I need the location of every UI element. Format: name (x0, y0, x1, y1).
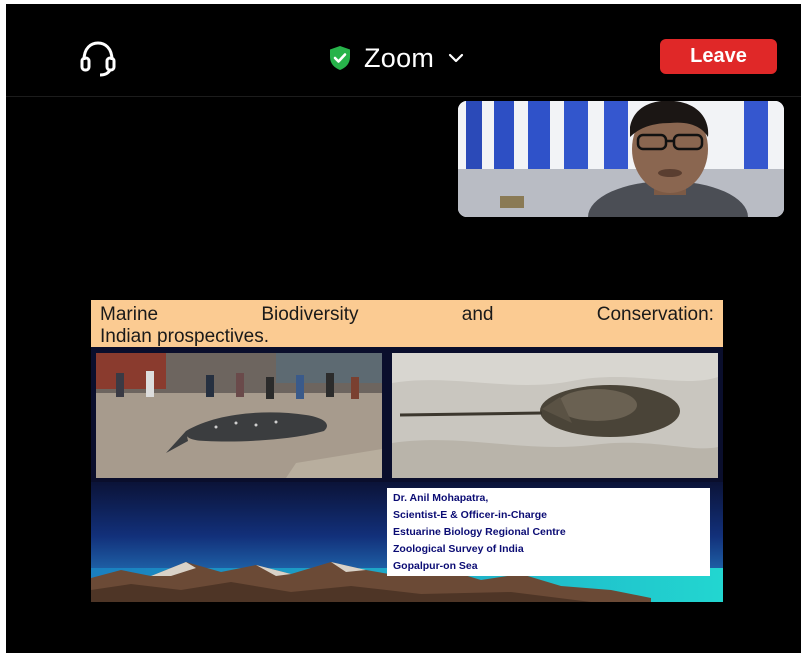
slide-credits: Dr. Anil Mohapatra, Scientist-E & Office… (387, 488, 710, 576)
leave-button[interactable]: Leave (660, 39, 777, 74)
participant-video-thumbnail[interactable] (458, 101, 784, 217)
participant-video-frame (458, 101, 784, 217)
shared-screen-slide: Marine Biodiversity and Conservation: In… (91, 300, 723, 602)
credit-line: Gopalpur-on Sea (393, 560, 478, 572)
horseshoe-crab-image (392, 353, 718, 478)
whale-shark-photo (96, 353, 382, 478)
meeting-top-bar: Zoom Leave (6, 4, 801, 96)
credit-line: Estuarine Biology Regional Centre (393, 526, 566, 538)
meeting-title-menu[interactable]: Zoom (328, 40, 464, 76)
zoom-meeting-screen: Zoom Leave Marine Biodiversity and Conse… (6, 4, 801, 653)
whale-shark-image (96, 353, 382, 478)
shield-check-icon (330, 46, 350, 70)
top-bar-divider (6, 96, 801, 97)
meeting-title: Zoom (364, 42, 435, 73)
headphones-icon (80, 41, 116, 77)
horseshoe-crab-photo (392, 353, 718, 478)
credit-line: Scientist-E & Officer-in-Charge (393, 509, 548, 521)
credit-line: Dr. Anil Mohapatra, (393, 492, 489, 504)
audio-button[interactable] (76, 38, 120, 78)
credit-line: Zoological Survey of India (393, 543, 524, 555)
chevron-down-icon (449, 53, 464, 63)
